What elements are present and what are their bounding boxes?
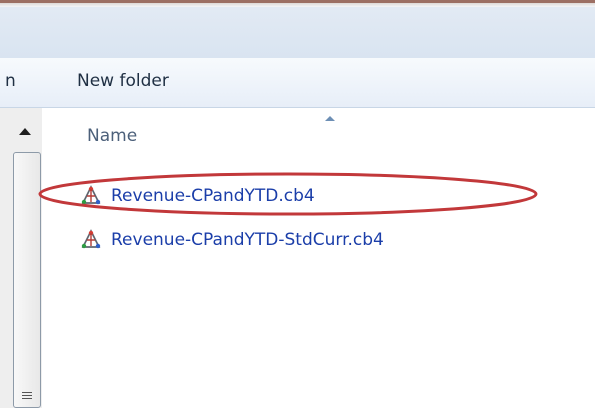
sort-ascending-icon xyxy=(325,116,335,121)
file-list-pane: Name Revenue-CPandYTD.cb4 Revenue-CPandY… xyxy=(42,108,595,408)
file-name-link[interactable]: Revenue-CPandYTD.cb4 xyxy=(111,186,315,206)
scroll-grip-icon xyxy=(22,392,32,401)
command-toolbar: n New folder xyxy=(0,58,595,108)
new-folder-button[interactable]: New folder xyxy=(77,71,169,91)
name-column-header[interactable]: Name xyxy=(87,126,137,146)
cube-file-icon xyxy=(81,229,101,249)
file-name-link[interactable]: Revenue-CPandYTD-StdCurr.cb4 xyxy=(111,230,384,250)
toolbar-truncated-command[interactable]: n xyxy=(5,71,16,91)
scrollbar-thumb[interactable] xyxy=(13,152,41,408)
cube-file-icon xyxy=(81,185,101,205)
navigation-pane-scrollbar[interactable] xyxy=(0,108,43,408)
address-bar-area xyxy=(0,7,595,59)
scroll-up-arrow-icon[interactable] xyxy=(19,128,31,135)
file-explorer-window: n New folder Name Revenue-CPandYTD.cb4 R… xyxy=(0,0,595,408)
window-top-border xyxy=(0,0,595,7)
